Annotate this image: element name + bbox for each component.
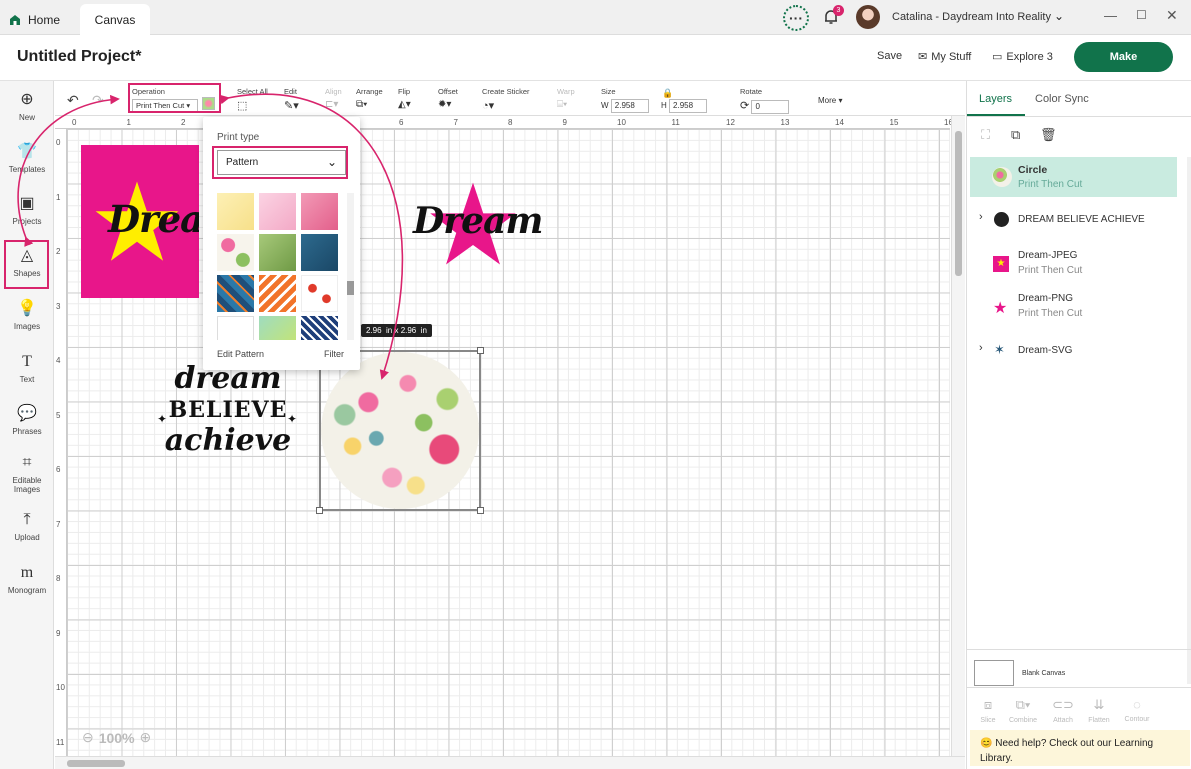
chevron-right-icon[interactable]: › [979, 211, 983, 223]
flatten-button[interactable]: ⇊ Flatten [1084, 697, 1114, 724]
help-text-content: Need help? Check out our Learning Librar… [980, 738, 1154, 764]
blank-canvas-label: Blank Canvas [1022, 670, 1066, 677]
layers-scrollbar[interactable] [1187, 157, 1191, 684]
layer-dream-jpeg[interactable]: ★ Dream-JPEG Print Then Cut [970, 243, 1177, 283]
help-banner[interactable]: 😊 Need help? Check out our Learning Libr… [970, 730, 1190, 766]
divider [967, 649, 1191, 650]
attach-icon: ⊂⊃ [1052, 697, 1074, 712]
combine-icon: ⧉▾ [1015, 697, 1031, 712]
help-text: 😊 Need help? Check out our Learning Libr… [980, 736, 1175, 766]
delete-icon[interactable]: 🗑 [1040, 127, 1057, 143]
tab-layers[interactable]: Layers [979, 93, 1012, 105]
layer-name: Dream-PNG [1018, 293, 1074, 304]
layer-thumbnail [992, 167, 1012, 187]
layer-dream-png[interactable]: ★ Dream-PNG Print Then Cut [970, 286, 1177, 326]
flatten-icon: ⇊ [1093, 697, 1105, 712]
slice-button[interactable]: ⧈ Slice [973, 697, 1003, 724]
layer-thumbnail: ✶ [994, 342, 1005, 357]
blank-canvas-swatch[interactable] [974, 660, 1014, 686]
slice-label: Slice [980, 717, 996, 724]
attach-label: Attach [1053, 717, 1073, 724]
contour-label: Contour [1124, 716, 1150, 723]
contour-button[interactable]: ◌ Contour [1122, 697, 1152, 723]
layer-circle[interactable]: Circle Print Then Cut [970, 157, 1177, 197]
combine-button[interactable]: ⧉▾ Combine [1008, 697, 1038, 724]
layers-panel: Layers Color Sync ⛶ ⧉ 🗑 Circle Print The… [966, 81, 1191, 769]
group-icon[interactable]: ⛶ [981, 127, 990, 143]
layer-type: Print Then Cut [1018, 179, 1083, 190]
layer-thumbnail: ★ [993, 256, 1009, 272]
layer-dream-svg[interactable]: › ✶ Dream-SVG [970, 331, 1177, 371]
duplicate-icon[interactable]: ⧉ [1011, 127, 1020, 143]
tab-color-sync[interactable]: Color Sync [1035, 93, 1089, 105]
layer-name: Dream-SVG [1018, 345, 1073, 356]
layer-type: Print Then Cut [1018, 308, 1083, 319]
combine-label: Combine [1008, 717, 1037, 724]
layer-name: DREAM BELIEVE ACHIEVE [1018, 214, 1145, 225]
layer-thumbnail: ★ [993, 300, 1008, 317]
divider [967, 687, 1191, 688]
help-icon: 😊 [980, 738, 996, 749]
attach-button[interactable]: ⊂⊃ Attach [1048, 697, 1078, 724]
slice-icon: ⧈ [983, 697, 993, 712]
layer-name: Circle [1018, 164, 1048, 176]
chevron-right-icon[interactable]: › [979, 342, 983, 354]
layer-thumbnail [994, 212, 1009, 227]
layer-dream-believe-achieve[interactable]: › DREAM BELIEVE ACHIEVE [970, 200, 1177, 240]
contour-icon: ◌ [1133, 697, 1141, 712]
layer-name: Dream-JPEG [1018, 250, 1078, 261]
flatten-label: Flatten [1088, 717, 1110, 724]
layer-type: Print Then Cut [1018, 265, 1083, 276]
divider [967, 116, 1191, 117]
